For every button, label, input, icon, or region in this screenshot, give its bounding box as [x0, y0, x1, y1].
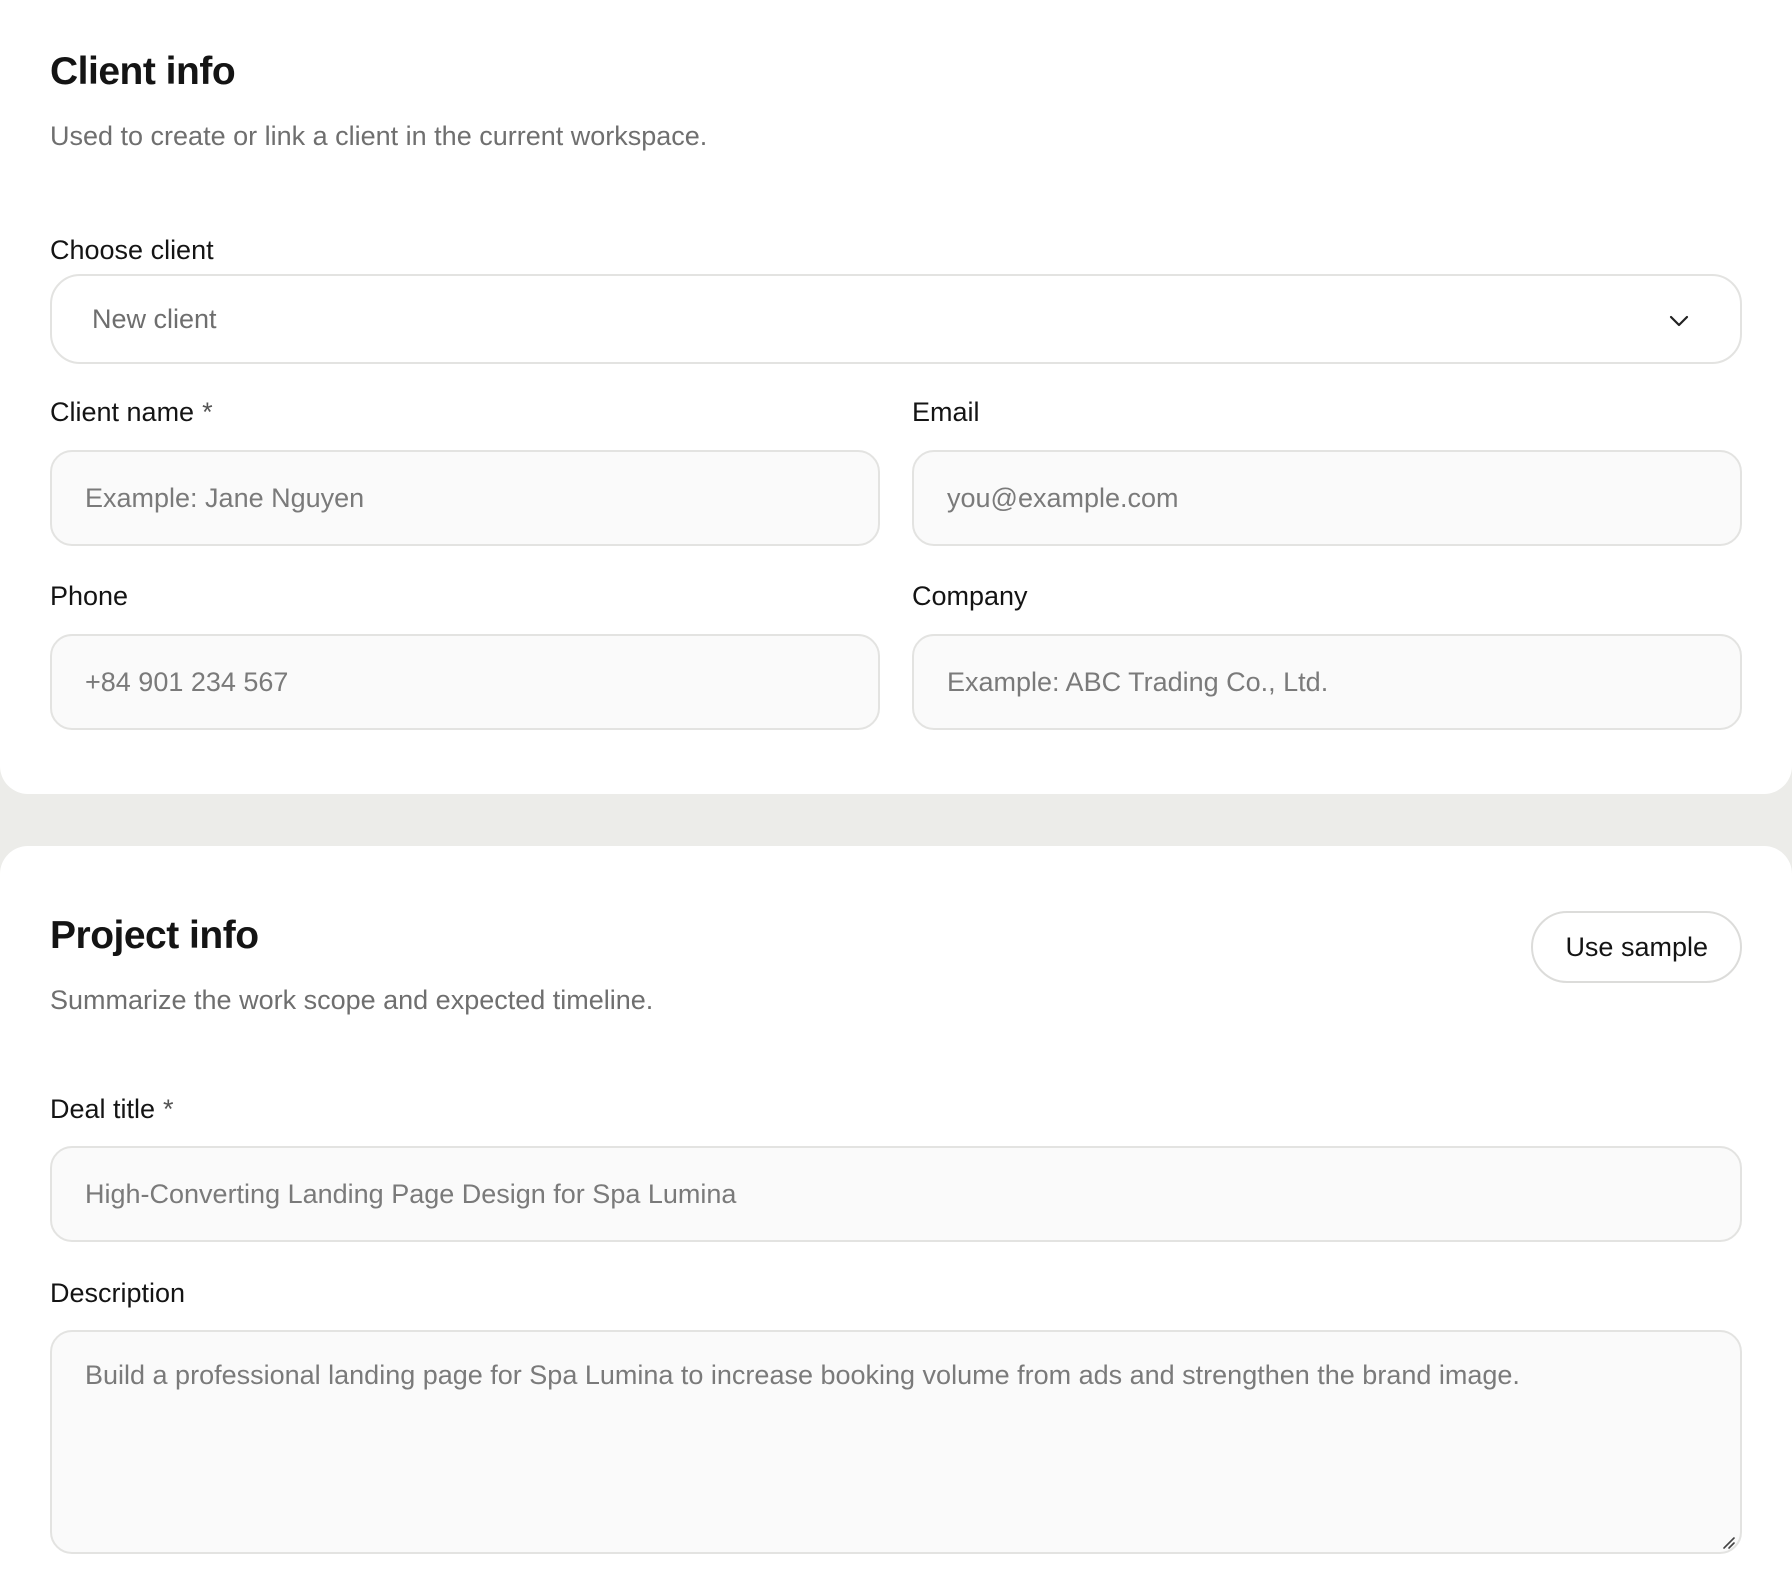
client-name-input[interactable] — [50, 450, 880, 546]
choose-client-select[interactable]: New client — [50, 274, 1742, 364]
description-label: Description — [50, 1280, 185, 1307]
client-info-content: Client info Used to create or link a cli… — [50, 0, 1742, 794]
phone-input[interactable] — [50, 634, 880, 730]
client-info-card: Client info Used to create or link a cli… — [0, 0, 1792, 794]
project-info-title: Project info — [50, 914, 259, 957]
chevron-down-icon — [1669, 315, 1689, 327]
company-input[interactable] — [912, 634, 1742, 730]
resize-grip-icon[interactable] — [1720, 1534, 1736, 1550]
choose-client-selected-value: New client — [92, 303, 217, 334]
project-info-card: Project info Summarize the work scope an… — [0, 846, 1792, 1586]
email-label-text: Email — [912, 397, 980, 427]
phone-label: Phone — [50, 583, 128, 610]
client-info-subtitle: Used to create or link a client in the c… — [50, 121, 708, 151]
required-asterisk: * — [163, 1094, 174, 1124]
phone-label-text: Phone — [50, 581, 129, 611]
email-input[interactable] — [912, 450, 1742, 546]
use-sample-button[interactable]: Use sample — [1531, 911, 1742, 983]
company-label: Company — [912, 583, 1028, 610]
project-info-subtitle: Summarize the work scope and expected ti… — [50, 985, 654, 1015]
email-label: Email — [912, 399, 980, 426]
description-label-text: Description — [50, 1278, 186, 1308]
client-name-label: Client name * — [50, 399, 213, 426]
required-asterisk: * — [202, 397, 213, 427]
project-info-content: Project info Summarize the work scope an… — [50, 846, 1742, 1586]
client-info-title: Client info — [50, 50, 236, 93]
description-textarea[interactable] — [50, 1330, 1742, 1554]
company-label-text: Company — [912, 581, 1028, 611]
deal-title-label: Deal title * — [50, 1096, 174, 1123]
client-name-label-text: Client name — [50, 397, 195, 427]
choose-client-label-text: Choose client — [50, 235, 214, 265]
choose-client-label: Choose client — [50, 237, 214, 264]
deal-title-input[interactable] — [50, 1146, 1742, 1242]
deal-title-label-text: Deal title — [50, 1094, 156, 1124]
